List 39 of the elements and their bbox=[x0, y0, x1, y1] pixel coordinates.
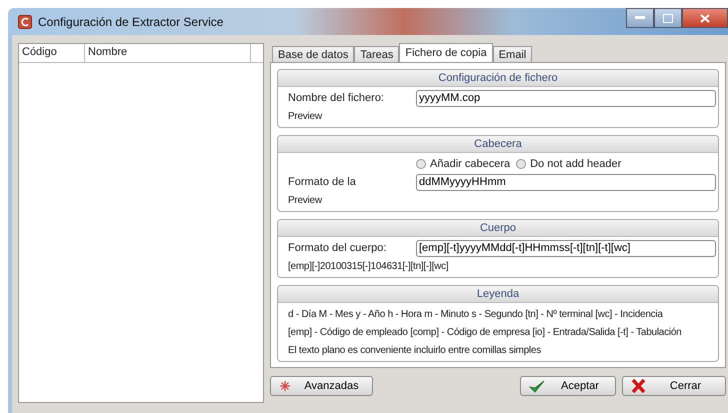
info-text: El texto plano es conveniente incluirlo entre comillas simples bbox=[288, 344, 541, 356]
column-header[interactable]: Código bbox=[19, 44, 85, 62]
advanced-button[interactable]: Avanzadas bbox=[270, 376, 373, 396]
tab[interactable]: Fichero de copia bbox=[399, 43, 493, 62]
tab[interactable]: Tareas bbox=[354, 46, 400, 62]
maximize-icon bbox=[663, 14, 673, 22]
input-field[interactable]: yyyyMM.cop bbox=[416, 90, 716, 106]
group-title: Leyenda bbox=[278, 286, 718, 303]
input-field[interactable]: [emp][-t]yyyyMMdd[-t]HHmmss[-t][tn][-t][wc] bbox=[416, 240, 716, 256]
info-text: d - Día M - Mes y - Año h - Hora m - Minuto s - Segundo [tn] - Nº terminal [wc] - Incidencia bbox=[288, 308, 663, 320]
info-text: [emp] - Código de empleado [comp] - Código de empresa [io] - Entrada/Salida [-t] - Tabulación bbox=[288, 326, 682, 338]
group-title: Cuerpo bbox=[278, 220, 718, 237]
tab[interactable]: Base de datos bbox=[272, 46, 354, 62]
close-button[interactable] bbox=[682, 8, 728, 28]
input-field[interactable]: ddMMyyyyHHmm bbox=[416, 174, 716, 190]
close-button[interactable]: Cerrar bbox=[622, 376, 726, 396]
info-text: [emp][-]20100315[-]104631[-][tn][-][wc] bbox=[288, 260, 448, 272]
field-label: Formato de la bbox=[288, 176, 357, 188]
accept-button[interactable]: Aceptar bbox=[520, 376, 616, 396]
cross-icon bbox=[631, 379, 646, 393]
group-title: Configuración de fichero bbox=[278, 70, 718, 87]
asterisk-icon bbox=[279, 380, 291, 392]
column-header[interactable]: Nombre bbox=[85, 44, 251, 62]
field-label: Nombre del fichero: bbox=[288, 92, 385, 104]
maximize-button[interactable] bbox=[654, 8, 682, 28]
radio-button[interactable]: Do not add header bbox=[516, 158, 622, 170]
field-label: Formato del cuerpo: bbox=[288, 242, 388, 254]
info-text: Preview bbox=[288, 110, 322, 122]
checkmark-icon bbox=[529, 380, 545, 392]
minimize-button[interactable] bbox=[626, 8, 654, 28]
tab[interactable]: Email bbox=[492, 46, 532, 62]
group-title: Cabecera bbox=[278, 136, 718, 153]
close-icon bbox=[700, 14, 710, 22]
radio-button[interactable]: Añadir cabecera bbox=[416, 158, 510, 170]
app-icon bbox=[18, 14, 32, 28]
list-view[interactable]: Código Nombre bbox=[18, 43, 264, 403]
window-title: Configuración de Extractor Service bbox=[38, 14, 224, 28]
info-text: Preview bbox=[288, 194, 322, 206]
minimize-icon bbox=[635, 16, 645, 20]
